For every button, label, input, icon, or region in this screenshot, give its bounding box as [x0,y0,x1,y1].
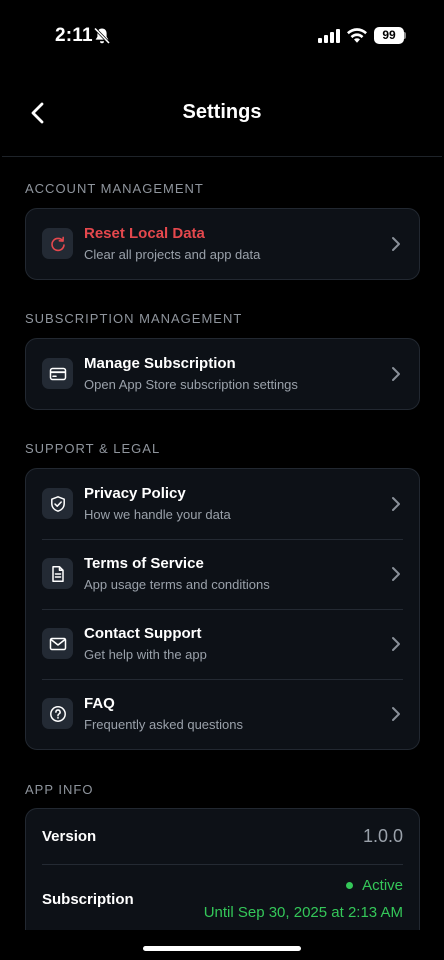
faq-row[interactable]: FAQ Frequently asked questions [26,679,419,749]
faq-subtitle: Frequently asked questions [84,717,243,732]
app-info-card: Version 1.0.0 Subscription Active Until … [25,808,420,930]
contact-support-subtitle: Get help with the app [84,647,207,662]
chevron-right-icon [392,567,400,581]
nav-divider [2,156,442,157]
subscription-card: Manage Subscription Open App Store subsc… [25,338,420,410]
version-row: Version 1.0.0 [26,809,419,864]
chevron-right-icon [392,497,400,511]
chevron-right-icon [392,367,400,381]
manage-subscription-title: Manage Subscription [84,355,236,372]
shield-check-icon [42,488,73,519]
battery-icon: 99 [374,27,404,44]
privacy-policy-subtitle: How we handle your data [84,507,231,522]
battery-terminal [404,32,406,39]
reset-local-data-subtitle: Clear all projects and app data [84,247,261,262]
section-header-account: ACCOUNT MANAGEMENT [25,181,204,196]
chevron-right-icon [392,707,400,721]
chevron-right-icon [392,237,400,251]
section-header-subscription: SUBSCRIPTION MANAGEMENT [25,311,243,326]
subscription-expiry: Until Sep 30, 2025 at 2:13 AM [203,904,403,921]
reset-icon [42,228,73,259]
privacy-policy-row[interactable]: Privacy Policy How we handle your data [26,469,419,539]
subscription-label: Subscription [42,891,134,908]
page-title: Settings [182,101,262,123]
contact-support-row[interactable]: Contact Support Get help with the app [26,609,419,679]
reset-local-data-title: Reset Local Data [84,225,205,242]
privacy-policy-title: Privacy Policy [84,485,186,502]
mail-icon [42,628,73,659]
wifi-icon [347,28,367,43]
section-header-app-info: APP INFO [25,782,94,797]
subscription-status: Active [346,877,403,894]
account-card: Reset Local Data Clear all projects and … [25,208,420,280]
question-circle-icon [42,698,73,729]
chevron-right-icon [392,637,400,651]
subscription-info-row: Subscription Active Until Sep 30, 2025 a… [26,864,419,930]
credit-card-icon [42,358,73,389]
manage-subscription-row[interactable]: Manage Subscription Open App Store subsc… [26,339,419,409]
status-time: 2:11 [55,25,93,46]
contact-support-title: Contact Support [84,625,202,642]
section-header-support: SUPPORT & LEGAL [25,441,161,456]
support-card: Privacy Policy How we handle your data T… [25,468,420,750]
terms-of-service-row[interactable]: Terms of Service App usage terms and con… [26,539,419,609]
subscription-status-text: Active [362,877,403,894]
home-indicator [143,946,301,951]
bell-muted-icon [93,27,111,45]
version-value: 1.0.0 [362,826,403,846]
navigation-bar: Settings [0,86,444,140]
cellular-signal-icon [318,29,340,43]
document-icon [42,558,73,589]
faq-title: FAQ [84,695,115,712]
manage-subscription-subtitle: Open App Store subscription settings [84,377,298,392]
battery-level: 99 [382,28,396,42]
status-bar: 2:11 99 [0,0,444,62]
reset-local-data-row[interactable]: Reset Local Data Clear all projects and … [26,209,419,279]
active-status-dot [346,882,354,889]
settings-screen: 2:11 99 Settings ACCOUNT MANAGEMENT Rese… [0,0,444,960]
terms-of-service-subtitle: App usage terms and conditions [84,577,270,592]
version-label: Version [42,828,97,845]
terms-of-service-title: Terms of Service [84,555,204,572]
